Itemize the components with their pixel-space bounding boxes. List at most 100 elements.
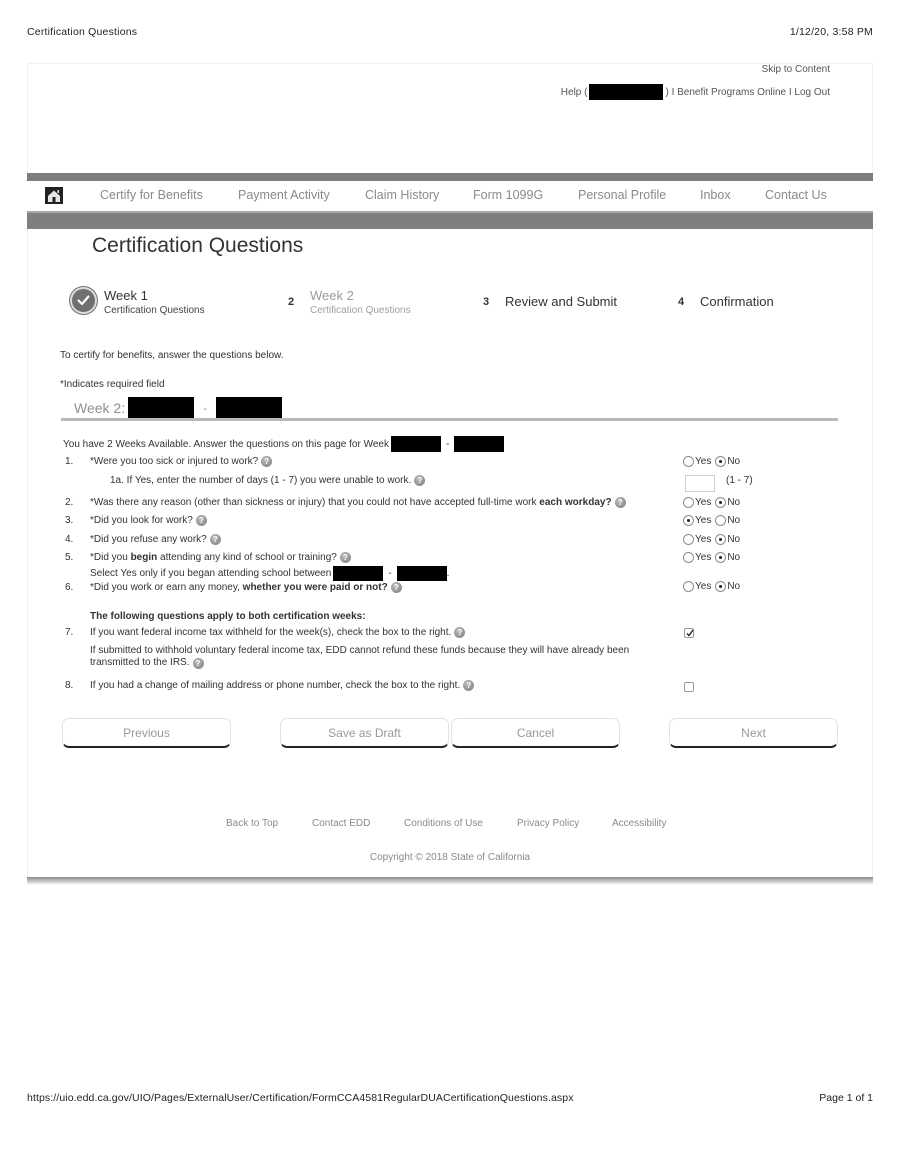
- step-review-and-submit: Review and Submit: [505, 294, 617, 309]
- section-divider: [61, 418, 838, 421]
- radio-no-selected[interactable]: [715, 497, 727, 508]
- question-2-text: *Was there any reason (other than sickne…: [90, 497, 626, 508]
- radio-no-selected[interactable]: [715, 534, 727, 545]
- footer-conditions-of-use[interactable]: Conditions of Use: [404, 818, 483, 829]
- nav-payment-activity[interactable]: Payment Activity: [238, 188, 330, 202]
- question-label: If you want federal income tax withheld …: [90, 627, 452, 638]
- radio-label: Yes: [695, 456, 712, 467]
- utility-links: Help ( ) I Benefit Programs Online I Log…: [561, 84, 830, 100]
- question-label: *Did you look for work?: [90, 515, 193, 526]
- radio-label: Yes: [695, 534, 712, 545]
- radio-label: Yes: [695, 581, 712, 592]
- radio-no-selected[interactable]: [715, 581, 727, 592]
- question-number: 5.: [65, 552, 74, 563]
- save-as-draft-button[interactable]: Save as Draft: [280, 718, 449, 748]
- nav-contact-us[interactable]: Contact Us: [765, 188, 827, 202]
- question-7-text: If you want federal income tax withheld …: [90, 627, 466, 638]
- radio-yes-selected[interactable]: [683, 515, 694, 526]
- question-label: attending any kind of school or training…: [157, 552, 337, 563]
- help-icon[interactable]: ?: [339, 552, 351, 563]
- required-field-note: *Indicates required field: [60, 379, 165, 390]
- question-3-text: *Did you look for work??: [90, 515, 207, 526]
- radio-label: No: [727, 534, 741, 545]
- copyright: Copyright © 2018 State of California: [369, 852, 531, 863]
- question-label: *Was there any reason (other than sickne…: [90, 497, 540, 508]
- next-button[interactable]: Next: [669, 718, 838, 748]
- help-icon[interactable]: ?: [463, 680, 475, 691]
- radio-no-selected[interactable]: [715, 552, 727, 563]
- note-line: If submitted to withhold voluntary feder…: [90, 645, 630, 656]
- step-number: 2: [288, 296, 295, 308]
- footer-privacy-policy[interactable]: Privacy Policy: [517, 818, 579, 829]
- address-change-checkbox[interactable]: [684, 682, 694, 692]
- help-icon[interactable]: ?: [414, 475, 426, 486]
- previous-button[interactable]: Previous: [62, 718, 231, 748]
- cancel-button[interactable]: Cancel: [451, 718, 620, 748]
- radio-yes[interactable]: [683, 456, 694, 467]
- question-sublabel: Select Yes only if you began attending s…: [90, 568, 332, 579]
- question-number: 7.: [65, 627, 74, 638]
- help-link[interactable]: Help (: [561, 87, 588, 98]
- question-1-text: *Were you too sick or injured to work??: [90, 456, 273, 467]
- footer-contact-edd[interactable]: Contact EDD: [312, 818, 370, 829]
- step-title: Week 1: [104, 288, 148, 303]
- redacted-week-start: [390, 436, 441, 452]
- radio-label: Yes: [695, 552, 712, 563]
- question-6-text: *Did you work or earn any money, whether…: [90, 582, 402, 593]
- nav-claim-history[interactable]: Claim History: [365, 188, 439, 202]
- home-icon[interactable]: [45, 187, 63, 204]
- nav-personal-profile[interactable]: Personal Profile: [578, 188, 666, 202]
- help-icon[interactable]: ?: [390, 582, 402, 593]
- redacted-start-date: [128, 397, 195, 418]
- footer-accessibility[interactable]: Accessibility: [612, 818, 666, 829]
- question-number: 2.: [65, 497, 74, 508]
- days-range-hint: (1 - 7): [726, 475, 753, 486]
- help-icon[interactable]: ?: [454, 627, 466, 638]
- radio-no[interactable]: [715, 515, 727, 526]
- radio-no-selected[interactable]: [715, 456, 727, 467]
- benefit-programs-logout-links[interactable]: ) I Benefit Programs Online I Log Out: [665, 87, 830, 98]
- radio-label: No: [727, 456, 741, 467]
- radio-yes[interactable]: [683, 497, 694, 508]
- radio-label: No: [727, 497, 741, 508]
- help-icon[interactable]: ?: [261, 456, 273, 467]
- help-icon[interactable]: ?: [195, 515, 207, 526]
- date-separator: -: [203, 400, 208, 415]
- redacted-school-end: [396, 566, 447, 581]
- radio-yes[interactable]: [683, 552, 694, 563]
- redacted-phone: [589, 84, 664, 100]
- radio-label: No: [727, 515, 741, 526]
- radio-yes[interactable]: [683, 534, 694, 545]
- tax-withholding-checkbox-checked[interactable]: [684, 628, 694, 638]
- weeks-available-label: You have 2 Weeks Available. Answer the q…: [63, 438, 389, 450]
- page-bottom-shadow: [27, 877, 873, 885]
- redacted-week-end: [454, 436, 505, 452]
- weeks-available-text: You have 2 Weeks Available. Answer the q…: [63, 436, 505, 452]
- print-header-datetime: 1/12/20, 3:58 PM: [789, 26, 873, 38]
- question-label-bold: each workday?: [539, 497, 612, 508]
- question-label-bold: whether you were paid or not?: [242, 582, 388, 593]
- step-subtitle: Certification Questions: [310, 305, 411, 316]
- main-nav: Certify for Benefits Payment Activity Cl…: [27, 181, 873, 211]
- radio-yes[interactable]: [683, 581, 694, 592]
- nav-inbox[interactable]: Inbox: [700, 188, 731, 202]
- step-number: 3: [483, 296, 490, 308]
- week-label: Week 2:: [74, 399, 126, 416]
- days-unable-input[interactable]: [685, 475, 715, 492]
- redacted-school-start: [333, 566, 384, 581]
- skip-to-content-link[interactable]: Skip to Content: [762, 64, 830, 75]
- question-5-answer: Yes No: [683, 552, 740, 563]
- help-icon[interactable]: ?: [209, 534, 221, 545]
- help-icon[interactable]: ?: [614, 497, 626, 508]
- date-separator: -: [445, 438, 450, 450]
- nav-form-1099g[interactable]: Form 1099G: [473, 188, 543, 202]
- question-6-answer: Yes No: [683, 581, 740, 592]
- intro-text: To certify for benefits, answer the ques…: [60, 350, 284, 361]
- question-1-answer: Yes No: [683, 456, 740, 467]
- nav-certify-for-benefits[interactable]: Certify for Benefits: [100, 188, 203, 202]
- help-icon[interactable]: ?: [192, 657, 204, 669]
- footer-back-to-top[interactable]: Back to Top: [226, 818, 278, 829]
- question-2-answer: Yes No: [683, 497, 740, 508]
- redacted-end-date: [216, 397, 283, 418]
- step-number: 4: [678, 296, 685, 308]
